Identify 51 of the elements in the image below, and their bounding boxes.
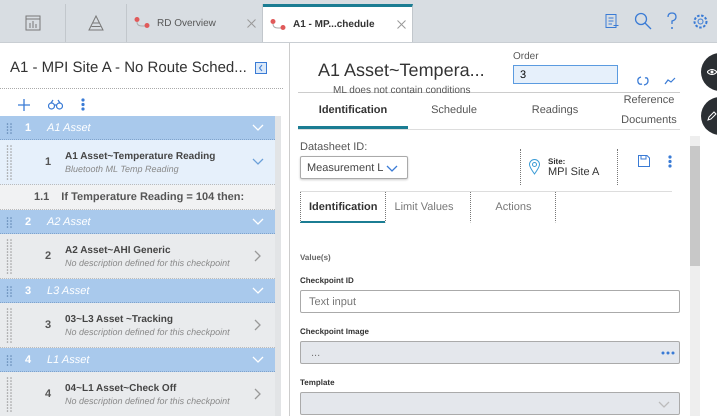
sub-tab[interactable]: Actions [470,192,556,223]
tab-label: A1 - MP...chedule [293,19,375,30]
tab[interactable]: Identification [298,93,408,129]
field-label: Datasheet ID: [300,141,368,153]
group-number: 4 [25,354,32,366]
checkpoint-item[interactable]: 1 A1 Asset~Temperature Reading Bluetooth ML Temp Reading [0,140,275,185]
group-number: 1 [25,122,32,134]
group-name: L1 Asset [47,354,91,366]
site-value: MPI Site A [548,166,600,178]
checkpoint-description: Bluetooth ML Temp Reading [65,164,180,174]
checkpoint-number: 3 [45,319,52,331]
text-input-field[interactable]: Text input [300,290,680,313]
status-message: ML does not contain conditions [332,85,472,96]
checkpoint-title: A1 Asset~Tempera... [317,60,486,81]
checkpoint-number: 1 [45,156,52,168]
tab[interactable]: Reference Documents [610,93,688,129]
sub-tab[interactable]: Limit Values [385,192,470,223]
condition-row[interactable]: 1.1 If Temperature Reading = 104 then: [0,185,275,210]
field-label: Checkpoint Image [300,327,370,336]
checkpoint-number: 2 [45,250,52,262]
checkpoint-description: No description defined for this checkpoint [65,326,231,336]
condition-number: 1.1 [34,191,50,203]
site-label: Site: [548,156,566,166]
sub-tab[interactable]: Identification [300,192,386,223]
checkpoint-item[interactable]: 4 04~L1 Asset~Check Off No description defined for this checkpoint [0,372,275,416]
checkpoint-item[interactable]: 3 03~L3 Asset ~Tracking No description defined for this checkpoint [0,303,275,348]
checkpoint-number: 4 [45,388,52,400]
section-heading: Value(s) [300,253,332,262]
checkpoint-title: 03~L3 Asset ~Tracking [65,314,174,324]
group-number: 2 [25,216,32,228]
condition-text: If Temperature Reading = 104 then: [61,191,244,203]
route-title: A1 - MPI Site A - No Route Sched... [10,59,247,76]
order-input[interactable]: 3 [513,65,618,84]
tab[interactable]: Schedule [408,93,500,129]
field-label: Template [300,378,336,387]
checkpoint-item[interactable]: 2 A2 Asset~AHI Generic No description defined for this checkpoint [0,234,275,279]
checkpoint-title: A1 Asset~Temperature Reading [65,150,216,162]
group-name: L3 Asset [47,284,91,296]
tab-label: RD Overview [157,18,216,28]
order-label: Order [513,51,540,62]
field-label: Checkpoint ID [300,276,355,285]
checkpoint-description: No description defined for this checkpoint [65,258,231,268]
group-number: 3 [25,284,32,296]
tab[interactable]: Readings [500,93,610,129]
datasheet-dropdown[interactable]: Measurement L [300,156,408,179]
group-name: A2 Asset [47,216,92,228]
checkpoint-title: 04~L1 Asset~Check Off [65,382,178,394]
app-tab[interactable]: A1 - MP...chedule [263,4,413,42]
group-name: A1 Asset [47,122,92,134]
checkpoint-description: No description defined for this checkpoint [65,396,231,406]
checkpoint-title: A2 Asset~AHI Generic [65,244,172,256]
